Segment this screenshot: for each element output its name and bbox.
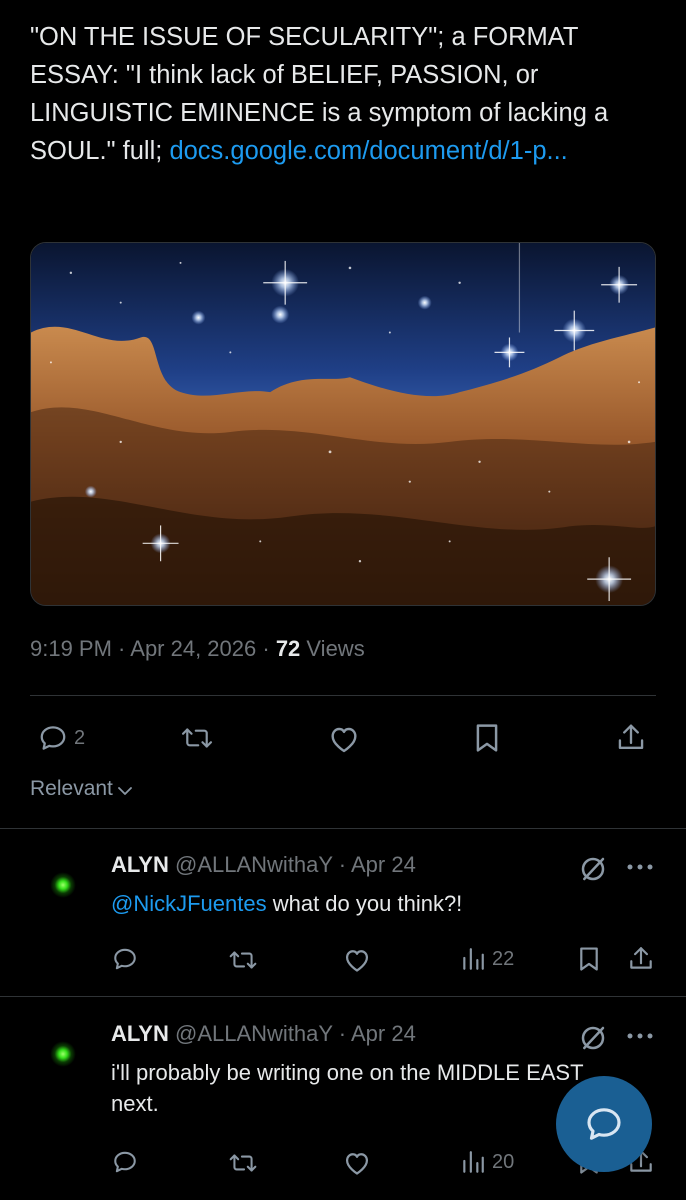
share-icon <box>630 947 652 969</box>
heart-icon <box>331 727 357 753</box>
retweet-icon <box>229 951 257 969</box>
more-icon[interactable] <box>626 1031 654 1041</box>
reply-header: ALYN @ALLANwithaY · Apr 24 <box>111 1021 416 1047</box>
heart-icon <box>345 1153 369 1175</box>
share-button[interactable] <box>616 722 646 754</box>
reply-sort-dropdown[interactable]: Relevant <box>30 777 133 801</box>
reply-sort-label: Relevant <box>30 777 113 800</box>
compose-reply-button[interactable] <box>556 1076 652 1172</box>
compose-reply-icon <box>587 1108 621 1140</box>
reply-body: what do you think?! <box>266 891 463 916</box>
tweet-detail-page: "ON THE ISSUE OF SECULARITY"; a FORMAT E… <box>0 0 686 1200</box>
tweet-text: "ON THE ISSUE OF SECULARITY"; a FORMAT E… <box>30 18 666 170</box>
bookmark-icon <box>580 947 598 971</box>
like-button[interactable] <box>328 724 360 754</box>
avatar[interactable] <box>50 1041 76 1067</box>
views-count: 22 <box>492 947 515 970</box>
grok-icon[interactable] <box>578 854 608 884</box>
views-button[interactable]: 20 <box>460 1149 514 1175</box>
reply-text: @NickJFuentes what do you think?! <box>111 888 611 919</box>
reply-count: 2 <box>74 726 86 749</box>
reply-button[interactable] <box>112 1149 138 1175</box>
retweet-button[interactable] <box>228 947 258 973</box>
tweet-meta: 9:19 PM · Apr 24, 2026 · 72 Views <box>30 636 365 662</box>
like-button[interactable] <box>343 947 371 973</box>
views-icon <box>463 1151 484 1173</box>
reply-mention[interactable]: @NickJFuentes <box>111 891 267 916</box>
divider <box>0 828 686 829</box>
nebula-image <box>31 243 655 605</box>
reply-text: i'll probably be writing one on the MIDD… <box>111 1057 601 1119</box>
reply-button[interactable]: 2 <box>38 723 85 753</box>
reply-icon <box>40 726 66 750</box>
views-count: 72 <box>275 636 301 661</box>
retweet-icon <box>181 728 213 748</box>
tweet-image[interactable] <box>30 242 656 606</box>
reply-header: ALYN @ALLANwithaY · Apr 24 <box>111 852 416 878</box>
retweet-button[interactable] <box>228 1150 258 1176</box>
bookmark-icon <box>476 724 498 752</box>
divider <box>30 695 656 696</box>
reply-icon <box>114 1151 136 1173</box>
views-button[interactable]: 22 <box>460 946 514 972</box>
bookmark-button[interactable] <box>474 722 500 754</box>
tweet-timestamp[interactable]: 9:19 PM · Apr 24, 2026 · <box>30 636 276 661</box>
divider <box>0 996 686 997</box>
views-icon <box>463 948 484 970</box>
heart-icon <box>345 950 369 972</box>
reply-author-handle[interactable]: @ALLANwithaY · Apr 24 <box>175 1021 416 1046</box>
retweet-button[interactable] <box>180 723 214 753</box>
reply-item[interactable]: ALYN @ALLANwithaY · Apr 24 @NickJFuentes… <box>0 852 686 992</box>
reply-author-name[interactable]: ALYN <box>111 1021 169 1046</box>
reply-body: i'll probably be writing one on the MIDD… <box>111 1060 584 1116</box>
avatar[interactable] <box>50 872 76 898</box>
reply-icon <box>114 948 136 970</box>
grok-icon[interactable] <box>578 1023 608 1053</box>
like-button[interactable] <box>343 1150 371 1176</box>
reply-button[interactable] <box>112 946 138 972</box>
reply-author-handle[interactable]: @ALLANwithaY · Apr 24 <box>175 852 416 877</box>
share-icon <box>618 724 644 750</box>
share-button[interactable] <box>628 945 654 973</box>
reply-author-name[interactable]: ALYN <box>111 852 169 877</box>
chevron-down-icon <box>117 787 132 795</box>
more-icon[interactable] <box>626 862 654 872</box>
retweet-icon <box>229 1154 257 1172</box>
views-label: Views <box>300 636 365 661</box>
tweet-link[interactable]: docs.google.com/document/d/1-p... <box>169 137 567 165</box>
views-count: 20 <box>492 1150 515 1173</box>
bookmark-button[interactable] <box>578 945 600 973</box>
